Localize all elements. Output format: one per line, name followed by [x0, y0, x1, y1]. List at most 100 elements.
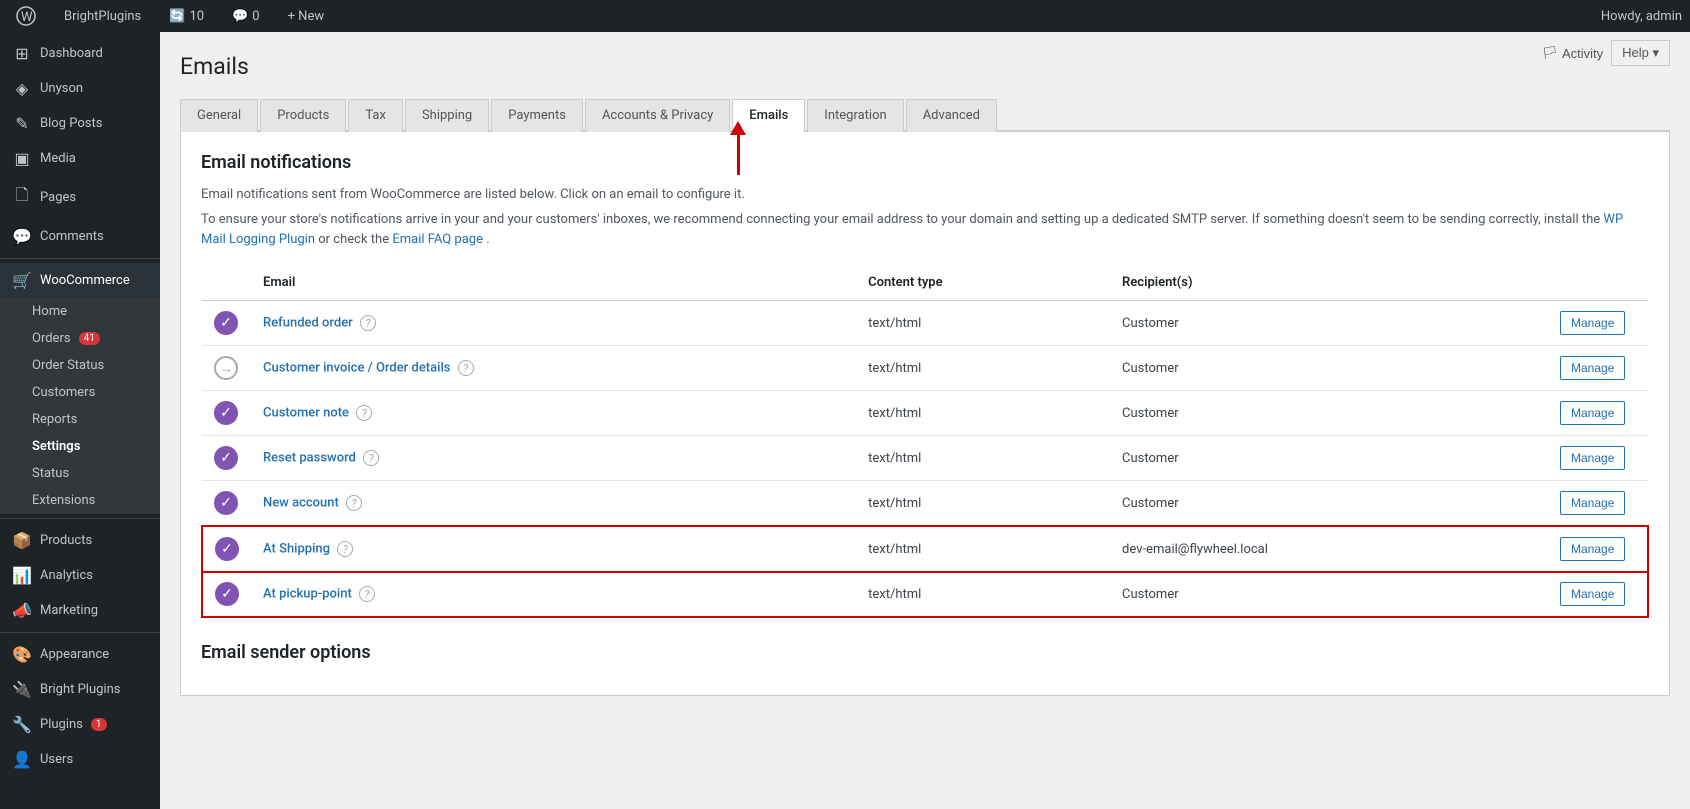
status-cell: ✓: [202, 526, 251, 572]
sidebar-item-appearance[interactable]: 🎨 Appearance: [0, 637, 160, 672]
sidebar-label-plugins: Plugins: [40, 717, 83, 732]
tab-payments[interactable]: Payments: [491, 99, 583, 132]
email-faq-link[interactable]: Email FAQ page: [392, 232, 483, 247]
email-desc-2: To ensure your store's notifications arr…: [201, 210, 1649, 249]
email-link-at-shipping[interactable]: At Shipping: [263, 542, 330, 557]
sidebar-sub-extensions[interactable]: Extensions: [0, 487, 160, 514]
email-link-invoice[interactable]: Customer invoice / Order details: [263, 361, 450, 376]
comments-item[interactable]: 💬 0: [224, 0, 268, 32]
sidebar-label-bright-plugins: Bright Plugins: [40, 682, 120, 697]
recipient-cell: Customer: [1110, 301, 1548, 346]
orders-badge: 41: [79, 332, 100, 345]
help-button[interactable]: Help ▾: [1611, 40, 1670, 66]
sidebar-sub-customers[interactable]: Customers: [0, 379, 160, 406]
new-item[interactable]: + New: [280, 0, 333, 32]
email-link-at-pickup[interactable]: At pickup-point: [263, 587, 352, 602]
email-name-cell: Reset password ?: [251, 436, 856, 481]
tab-accounts-privacy[interactable]: Accounts & Privacy: [585, 99, 730, 132]
sidebar-item-plugins[interactable]: 🔧 Plugins 1: [0, 707, 160, 742]
manage-button[interactable]: Manage: [1560, 446, 1625, 470]
table-row-highlighted-at-shipping: ✓ At Shipping ? text/html dev-email@flyw…: [202, 526, 1648, 572]
manage-button[interactable]: Manage: [1560, 491, 1625, 515]
manage-button[interactable]: Manage: [1560, 582, 1625, 606]
col-content-type: Content type: [856, 265, 1110, 301]
sidebar-item-bright-plugins[interactable]: 🔌 Bright Plugins: [0, 672, 160, 707]
sidebar-item-pages[interactable]: 🗋 Pages: [0, 176, 160, 219]
sidebar-sub-order-status[interactable]: Order Status: [0, 352, 160, 379]
help-tooltip-icon[interactable]: ?: [363, 450, 379, 466]
email-link-reset-password[interactable]: Reset password: [263, 451, 356, 466]
email-link-new-account[interactable]: New account: [263, 496, 339, 511]
updates-item[interactable]: 🔄 10: [161, 0, 212, 32]
tab-products[interactable]: Products: [260, 99, 346, 132]
comments-side-icon: 💬: [12, 227, 32, 246]
updates-count: 10: [189, 9, 204, 24]
sidebar-sub-status[interactable]: Status: [0, 460, 160, 487]
sidebar-item-unyson[interactable]: ◈ Unyson: [0, 71, 160, 106]
sidebar-item-media[interactable]: ▣ Media: [0, 141, 160, 176]
help-tooltip-icon[interactable]: ?: [360, 315, 376, 331]
comments-count: 0: [252, 9, 259, 24]
new-label: + New: [288, 9, 325, 24]
sidebar-item-users[interactable]: 👤 Users: [0, 742, 160, 777]
email-name-cell: At Shipping ?: [251, 526, 856, 572]
manage-button[interactable]: Manage: [1560, 356, 1625, 380]
manage-button[interactable]: Manage: [1560, 401, 1625, 425]
sidebar-sub-orders-label: Orders: [32, 331, 71, 346]
wp-logo-item[interactable]: W: [8, 0, 44, 32]
col-status: [202, 265, 251, 301]
sidebar-sub-extensions-label: Extensions: [32, 493, 95, 508]
sidebar-item-woocommerce[interactable]: 🛒 WooCommerce: [0, 263, 160, 298]
sidebar-sub-customers-label: Customers: [32, 385, 95, 400]
sidebar-sub-reports[interactable]: Reports: [0, 406, 160, 433]
table-header-row: Email Content type Recipient(s): [202, 265, 1648, 301]
site-name-item[interactable]: BrightPlugins: [56, 0, 149, 32]
table-row-highlighted-at-pickup: ✓ At pickup-point ? text/html Customer M…: [202, 572, 1648, 618]
sidebar-item-comments[interactable]: 💬 Comments: [0, 219, 160, 254]
tab-general[interactable]: General: [180, 99, 258, 132]
sidebar-sub-home[interactable]: Home: [0, 298, 160, 325]
help-label: Help ▾: [1622, 45, 1659, 60]
blog-icon: ✎: [12, 114, 32, 133]
sidebar-sub-settings[interactable]: Settings: [0, 433, 160, 460]
content-type-cell: text/html: [856, 481, 1110, 527]
top-actions: 🏳 Activity Help ▾: [1541, 40, 1670, 66]
status-enabled-icon: ✓: [214, 491, 238, 515]
manage-button[interactable]: Manage: [1560, 311, 1625, 335]
help-tooltip-icon[interactable]: ?: [359, 586, 375, 602]
sidebar-item-analytics[interactable]: 📊 Analytics: [0, 558, 160, 593]
sidebar-item-marketing[interactable]: 📣 Marketing: [0, 593, 160, 628]
sidebar-label-products: Products: [40, 533, 92, 548]
sidebar-item-dashboard[interactable]: ⊞ Dashboard: [0, 36, 160, 71]
tab-shipping[interactable]: Shipping: [405, 99, 489, 132]
tab-tax[interactable]: Tax: [348, 99, 403, 132]
sidebar-sub-orders[interactable]: Orders 41: [0, 325, 160, 352]
email-link-refunded[interactable]: Refunded order: [263, 316, 353, 331]
page-title: Emails: [180, 52, 1670, 82]
help-tooltip-icon[interactable]: ?: [356, 405, 372, 421]
sidebar-label-users: Users: [40, 752, 73, 767]
tab-advanced[interactable]: Advanced: [906, 99, 997, 132]
help-tooltip-icon[interactable]: ?: [458, 360, 474, 376]
pages-icon: 🗋: [12, 184, 32, 211]
email-link-customer-note[interactable]: Customer note: [263, 406, 349, 421]
manage-cell: Manage: [1548, 391, 1648, 436]
sidebar-item-products[interactable]: 📦 Products: [0, 523, 160, 558]
plugins-icon: 🔧: [12, 715, 32, 734]
sidebar-item-blog-posts[interactable]: ✎ Blog Posts: [0, 106, 160, 141]
tab-integration[interactable]: Integration: [807, 99, 903, 132]
arrow-line: [737, 135, 740, 175]
help-tooltip-icon[interactable]: ?: [337, 541, 353, 557]
marketing-icon: 📣: [12, 601, 32, 620]
email-name-cell: Customer invoice / Order details ?: [251, 346, 856, 391]
comments-icon: 💬: [232, 9, 248, 24]
help-tooltip-icon[interactable]: ?: [346, 495, 362, 511]
main-content: 🏳 Activity Help ▾ Emails General Product…: [160, 32, 1690, 809]
table-row: ✓ Customer note ? text/html Customer Man…: [202, 391, 1648, 436]
sidebar-label-blog: Blog Posts: [40, 116, 102, 131]
status-enabled-icon: ✓: [214, 446, 238, 470]
manage-button[interactable]: Manage: [1560, 537, 1625, 561]
content-type-cell: text/html: [856, 436, 1110, 481]
woo-icon: 🛒: [12, 271, 32, 290]
activity-button[interactable]: 🏳 Activity: [1541, 45, 1603, 61]
